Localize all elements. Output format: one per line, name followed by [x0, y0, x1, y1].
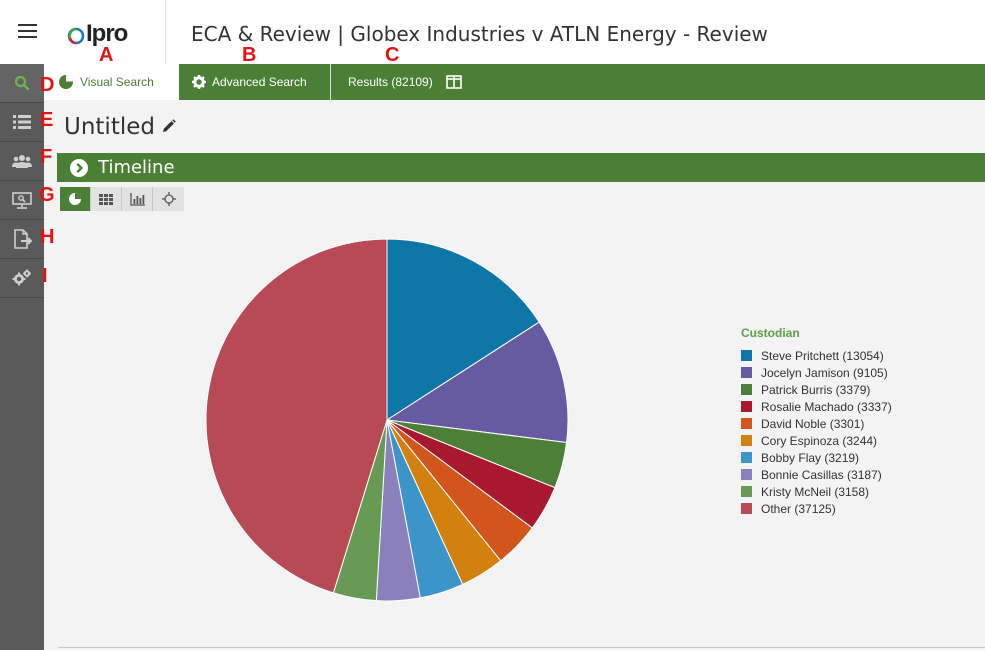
legend-label: Patrick Burris (3379)	[761, 382, 871, 397]
timeline-section-header[interactable]: Timeline	[57, 153, 985, 182]
settings-gears-icon	[12, 269, 31, 286]
sidebar-item-settings[interactable]	[0, 259, 44, 298]
annotation-b: B	[242, 44, 257, 66]
annotation-a: A	[99, 44, 114, 66]
chevron-right-circle-icon	[70, 158, 88, 177]
document-title: Untitled	[64, 114, 155, 140]
users-icon	[12, 155, 32, 168]
legend-label: Kristy McNeil (3158)	[761, 484, 870, 499]
chart-view-toggle	[60, 187, 184, 211]
legend-swatch	[741, 367, 752, 378]
legend-item[interactable]: Patrick Burris (3379)	[741, 381, 892, 398]
legend-swatch	[741, 418, 752, 429]
annotation-f: F	[40, 146, 53, 168]
tab-visual-search[interactable]: Visual Search	[44, 64, 179, 100]
annotation-h: H	[40, 226, 55, 248]
legend-swatch	[741, 469, 752, 480]
view-bar-button[interactable]	[122, 187, 153, 211]
legend-label: David Noble (3301)	[761, 416, 865, 431]
view-sunburst-button[interactable]	[153, 187, 184, 211]
legend-item[interactable]: Rosalie Machado (3337)	[741, 398, 892, 415]
annotation-e: E	[40, 109, 54, 131]
pie-chart-icon	[69, 193, 81, 205]
legend-label: Jocelyn Jamison (9105)	[761, 365, 888, 380]
legend-item[interactable]: Jocelyn Jamison (9105)	[741, 364, 892, 381]
annotation-g: G	[39, 184, 55, 206]
annotation-d: D	[40, 74, 55, 96]
annotation-c: C	[385, 44, 400, 66]
document-export-icon	[14, 229, 32, 249]
legend-item[interactable]: Cory Espinoza (3244)	[741, 432, 892, 449]
tab-results-label: Results (82109)	[348, 75, 433, 89]
tab-advanced-search[interactable]: Advanced Search	[192, 64, 307, 100]
content-bottom-divider	[58, 647, 985, 648]
custodian-pie-chart	[205, 238, 569, 602]
sidebar-item-list[interactable]	[0, 103, 44, 142]
sidebar	[0, 64, 44, 650]
legend-item[interactable]: Bonnie Casillas (3187)	[741, 466, 892, 483]
view-pie-button[interactable]	[60, 187, 91, 211]
legend-item[interactable]: Other (37125)	[741, 500, 892, 517]
legend-label: Bonnie Casillas (3187)	[761, 467, 882, 482]
list-icon	[13, 115, 31, 129]
legend-swatch	[741, 384, 752, 395]
bar-chart-icon	[129, 192, 145, 206]
legend-label: Rosalie Machado (3337)	[761, 399, 892, 414]
hamburger-menu-icon[interactable]	[14, 20, 44, 46]
legend-label: Cory Espinoza (3244)	[761, 433, 878, 448]
sidebar-item-search[interactable]	[0, 64, 44, 103]
legend-item[interactable]: Bobby Flay (3219)	[741, 449, 892, 466]
grid-icon	[99, 193, 113, 205]
legend-label: Steve Pritchett (13054)	[761, 348, 884, 363]
legend-title: Custodian	[741, 326, 800, 340]
tab-divider	[330, 64, 331, 100]
sidebar-item-monitor[interactable]	[0, 181, 44, 220]
sidebar-item-users[interactable]	[0, 142, 44, 181]
header-divider	[165, 0, 166, 64]
page-title: ECA & Review | Globex Industries v ATLN …	[191, 22, 768, 46]
legend-label: Other (37125)	[761, 501, 836, 516]
top-bar: Ipro ECA & Review | Globex Industries v …	[0, 0, 985, 64]
sunburst-icon	[161, 192, 176, 206]
legend-swatch	[741, 435, 752, 446]
sidebar-item-export[interactable]	[0, 220, 44, 259]
view-grid-button[interactable]	[91, 187, 122, 211]
tab-results[interactable]: Results (82109)	[348, 64, 462, 100]
logo-mark-icon	[67, 27, 85, 45]
edit-pencil-icon[interactable]	[160, 117, 180, 137]
columns-icon[interactable]	[445, 75, 462, 89]
section-label: Timeline	[98, 157, 175, 178]
tab-bar: Visual Search Advanced Search Results (8…	[44, 64, 985, 100]
chart-legend: Custodian Steve Pritchett (13054) Jocelyn…	[741, 326, 892, 517]
gear-icon	[192, 75, 206, 89]
tab-advanced-search-label: Advanced Search	[212, 75, 307, 89]
legend-swatch	[741, 486, 752, 497]
legend-swatch	[741, 350, 752, 361]
pie-chart-icon	[58, 74, 74, 90]
search-icon	[14, 75, 30, 91]
legend-label: Bobby Flay (3219)	[761, 450, 860, 465]
monitor-icon	[12, 191, 32, 209]
tab-visual-search-label: Visual Search	[80, 75, 154, 89]
legend-swatch	[741, 503, 752, 514]
legend-swatch	[741, 452, 752, 463]
legend-item[interactable]: Steve Pritchett (13054)	[741, 347, 892, 364]
legend-item[interactable]: Kristy McNeil (3158)	[741, 483, 892, 500]
annotation-i: I	[42, 265, 48, 287]
legend-item[interactable]: David Noble (3301)	[741, 415, 892, 432]
legend-swatch	[741, 401, 752, 412]
